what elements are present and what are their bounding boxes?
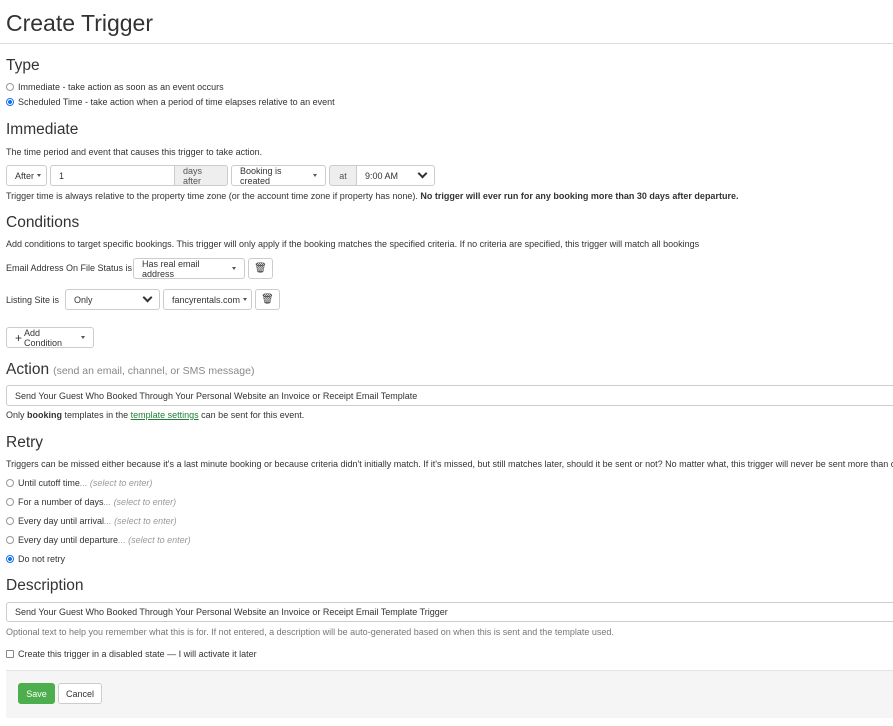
- select-hint: (select to enter): [89, 478, 153, 488]
- chevron-down-icon: [417, 168, 428, 179]
- select-hint: (select to enter): [113, 497, 177, 507]
- description-input[interactable]: Send Your Guest Who Booked Through Your …: [6, 602, 893, 622]
- listing-site-dropdown[interactable]: fancyrentals.com: [163, 289, 252, 310]
- radio-selected-icon[interactable]: [6, 555, 14, 563]
- radio-icon[interactable]: [6, 517, 14, 525]
- caret-icon: [243, 298, 248, 301]
- event-value: Booking is created: [240, 165, 282, 186]
- action-heading-row: Action (send an email, channel, or SMS me…: [6, 361, 254, 379]
- operator-select[interactable]: Only: [65, 289, 160, 310]
- action-template-select[interactable]: Send Your Guest Who Booked Through Your …: [6, 385, 893, 406]
- chevron-down-icon: [142, 292, 153, 303]
- type-option-scheduled[interactable]: Scheduled Time - take action when a peri…: [6, 97, 335, 107]
- caret-icon: [313, 174, 317, 177]
- amount-value: 1: [59, 170, 65, 181]
- note-bold: booking: [27, 410, 63, 420]
- time-value: 9:00 AM: [365, 170, 399, 181]
- conditions-description: Add conditions to target specific bookin…: [6, 239, 700, 249]
- disabled-checkbox[interactable]: Create this trigger in a disabled state …: [6, 649, 257, 659]
- checkbox-label: Create this trigger in a disabled state …: [18, 649, 257, 659]
- trash-icon: 🗑: [254, 263, 267, 274]
- delete-condition-button[interactable]: 🗑: [248, 258, 273, 279]
- radio-icon[interactable]: [6, 83, 14, 91]
- retry-option[interactable]: Every day until departure... (select to …: [6, 535, 191, 545]
- select-hint: (select to enter): [114, 516, 177, 526]
- caret-icon: [232, 267, 236, 270]
- retry-option[interactable]: Every day until arrival... (select to en…: [6, 516, 177, 526]
- action-note: Only booking templates in the template s…: [6, 410, 304, 420]
- checkbox-icon[interactable]: [6, 650, 14, 658]
- option-label: Every day until arrival: [18, 516, 105, 526]
- plus-icon: +: [15, 330, 23, 345]
- retry-option[interactable]: For a number of days... (select to enter…: [6, 497, 176, 507]
- caret-icon: [81, 336, 85, 339]
- retry-option[interactable]: Do not retry: [6, 554, 65, 564]
- description-heading: Description: [6, 577, 84, 594]
- radio-icon[interactable]: [6, 479, 14, 487]
- condition-label: Listing Site is: [6, 295, 60, 305]
- conditions-heading: Conditions: [6, 214, 80, 231]
- immediate-heading: Immediate: [6, 121, 79, 138]
- unit-addon: days after: [174, 165, 228, 186]
- description-value: Send Your Guest Who Booked Through Your …: [15, 607, 448, 617]
- retry-option[interactable]: Until cutoff time... (select to enter): [6, 478, 152, 488]
- option-label: Until cutoff time: [18, 478, 80, 488]
- type-heading: Type: [6, 57, 40, 74]
- template-settings-link[interactable]: template settings: [131, 410, 199, 420]
- radio-icon[interactable]: [6, 536, 14, 544]
- radio-icon[interactable]: [6, 498, 14, 506]
- immediate-note: Trigger time is always relative to the p…: [6, 191, 738, 201]
- add-condition-label: Add Condition: [24, 327, 63, 348]
- delete-condition-button[interactable]: 🗑: [255, 289, 280, 310]
- immediate-description: The time period and event that causes th…: [6, 147, 263, 157]
- note-text: templates in the: [64, 410, 129, 420]
- caret-icon: [37, 174, 42, 177]
- at-addon: at: [329, 165, 357, 186]
- divider: [0, 43, 893, 44]
- description-note: Optional text to help you remember what …: [6, 627, 614, 637]
- action-heading: Action: [6, 361, 50, 378]
- condition-label: Email Address On File Status is: [6, 263, 133, 273]
- form-footer: [6, 670, 893, 718]
- action-value: Send Your Guest Who Booked Through Your …: [15, 390, 418, 401]
- note-text: Trigger time is always relative to the p…: [6, 191, 418, 201]
- listing-site-value: fancyrentals.com: [172, 294, 241, 305]
- retry-description: Triggers can be missed either because it…: [6, 459, 893, 469]
- event-dropdown[interactable]: Booking is created: [231, 165, 326, 186]
- add-condition-button[interactable]: + Add Condition: [6, 327, 94, 348]
- note-text: can be sent for this event.: [201, 410, 305, 420]
- when-value: After: [15, 170, 35, 181]
- email-status-dropdown[interactable]: Has real email address: [133, 258, 245, 279]
- option-label: For a number of days: [18, 497, 104, 507]
- operator-value: Only: [74, 294, 93, 305]
- action-hint: (send an email, channel, or SMS message): [53, 365, 255, 377]
- note-bold: No trigger will ever run for any booking…: [420, 191, 739, 201]
- save-button[interactable]: Save: [18, 683, 55, 704]
- option-label: Do not retry: [18, 554, 66, 564]
- radio-selected-icon[interactable]: [6, 98, 14, 106]
- option-label: Every day until departure: [18, 535, 119, 545]
- note-text: Only: [6, 410, 25, 420]
- page-title: Create Trigger: [6, 10, 154, 36]
- cancel-button[interactable]: Cancel: [58, 683, 102, 704]
- select-hint: (select to enter): [128, 535, 191, 545]
- time-select[interactable]: 9:00 AM: [356, 165, 435, 186]
- option-label: Immediate - take action as soon as an ev…: [18, 82, 224, 92]
- option-label: Scheduled Time - take action when a peri…: [18, 97, 335, 107]
- trash-icon: 🗑: [261, 294, 274, 305]
- when-dropdown[interactable]: After: [6, 165, 47, 186]
- email-status-value: Has real email address: [142, 258, 200, 279]
- type-option-immediate[interactable]: Immediate - take action as soon as an ev…: [6, 82, 224, 92]
- retry-heading: Retry: [6, 434, 44, 451]
- amount-input[interactable]: 1: [50, 165, 175, 186]
